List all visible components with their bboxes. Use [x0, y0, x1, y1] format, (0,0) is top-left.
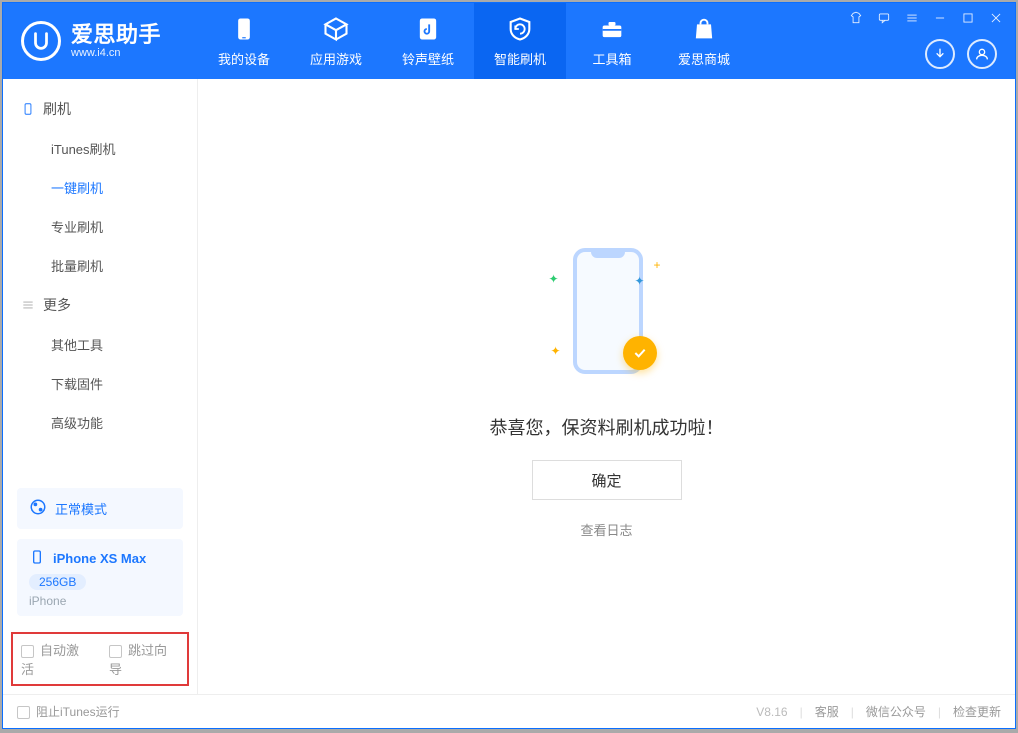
- sparkle-icon: +: [653, 258, 660, 272]
- phone-icon: [230, 15, 258, 43]
- sparkle-icon: ✦: [634, 274, 644, 288]
- check-badge-icon: [623, 336, 657, 370]
- device-type: iPhone: [29, 594, 171, 608]
- sidebar-item-batch-flash[interactable]: 批量刷机: [3, 246, 197, 285]
- sidebar-item-itunes-flash[interactable]: iTunes刷机: [3, 129, 197, 168]
- confirm-button[interactable]: 确定: [532, 460, 682, 500]
- tab-label: 铃声壁纸: [402, 49, 454, 68]
- sidebar: 刷机 iTunes刷机 一键刷机 专业刷机 批量刷机 更多 其他工具 下载固件 …: [3, 79, 198, 694]
- sparkle-icon: ✦: [549, 272, 559, 286]
- brand-logo-icon: [21, 21, 61, 61]
- cube-icon: [322, 15, 350, 43]
- list-icon: [21, 298, 35, 312]
- menu-icon[interactable]: [903, 9, 921, 27]
- sidebar-group-flash: 刷机: [3, 89, 197, 129]
- bag-icon: [690, 15, 718, 43]
- tab-store[interactable]: 爱思商城: [658, 3, 750, 79]
- header-actions: [925, 39, 997, 69]
- toolbox-icon: [598, 15, 626, 43]
- main-tabs: 我的设备 应用游戏 铃声壁纸 智能刷机 工具箱 爱思商城: [198, 3, 750, 79]
- device-name: iPhone XS Max: [53, 551, 146, 566]
- sidebar-item-other-tools[interactable]: 其他工具: [3, 325, 197, 364]
- brand-subtitle: www.i4.cn: [71, 47, 161, 59]
- check-update-link[interactable]: 检查更新: [953, 703, 1001, 720]
- wechat-link[interactable]: 微信公众号: [866, 703, 926, 720]
- brand-block: 爱思助手 www.i4.cn: [3, 3, 198, 79]
- tab-toolbox[interactable]: 工具箱: [566, 3, 658, 79]
- checkbox-skip-guide[interactable]: 跳过向导: [109, 640, 179, 678]
- sidebar-group-more: 更多: [3, 285, 197, 325]
- mode-icon: [29, 498, 47, 519]
- body: 刷机 iTunes刷机 一键刷机 专业刷机 批量刷机 更多 其他工具 下载固件 …: [3, 79, 1015, 694]
- group-title-text: 更多: [43, 295, 71, 315]
- device-storage: 256GB: [29, 574, 86, 590]
- view-log-link[interactable]: 查看日志: [580, 520, 632, 539]
- device-card[interactable]: iPhone XS Max 256GB iPhone: [17, 539, 183, 616]
- sidebar-item-one-click-flash[interactable]: 一键刷机: [3, 168, 197, 207]
- brand-title: 爱思助手: [71, 23, 161, 47]
- checkbox-block-itunes[interactable]: 阻止iTunes运行: [17, 703, 120, 720]
- version-label: V8.16: [756, 705, 787, 719]
- block-itunes-label: 阻止iTunes运行: [36, 705, 120, 719]
- window-controls: [847, 9, 1005, 27]
- download-button[interactable]: [925, 39, 955, 69]
- success-message: 恭喜您，保资料刷机成功啦！: [490, 414, 724, 440]
- success-illustration: ✦ ✦ + ✦: [527, 234, 687, 394]
- main-content: ✦ ✦ + ✦ 恭喜您，保资料刷机成功啦！ 确定 查看日志: [198, 79, 1015, 694]
- maximize-icon[interactable]: [959, 9, 977, 27]
- shield-refresh-icon: [506, 15, 534, 43]
- tab-label: 应用游戏: [310, 49, 362, 68]
- sidebar-item-pro-flash[interactable]: 专业刷机: [3, 207, 197, 246]
- account-button[interactable]: [967, 39, 997, 69]
- titlebar: 爱思助手 www.i4.cn 我的设备 应用游戏 铃声壁纸 智能刷机: [3, 3, 1015, 79]
- tab-ringtone[interactable]: 铃声壁纸: [382, 3, 474, 79]
- phone-outline-icon: [21, 102, 35, 116]
- sidebar-item-download-firmware[interactable]: 下载固件: [3, 364, 197, 403]
- tab-label: 工具箱: [592, 49, 631, 68]
- tab-flash[interactable]: 智能刷机: [474, 3, 566, 79]
- app-window: 爱思助手 www.i4.cn 我的设备 应用游戏 铃声壁纸 智能刷机: [2, 2, 1016, 729]
- feedback-icon[interactable]: [875, 9, 893, 27]
- statusbar: 阻止iTunes运行 V8.16 | 客服 | 微信公众号 | 检查更新: [3, 694, 1015, 728]
- mode-card[interactable]: 正常模式: [17, 488, 183, 529]
- flash-options-highlight: 自动激活 跳过向导: [11, 632, 189, 686]
- device-phone-icon: [29, 549, 45, 568]
- sidebar-item-advanced[interactable]: 高级功能: [3, 403, 197, 442]
- sparkle-icon: ✦: [551, 344, 561, 358]
- tab-label: 智能刷机: [494, 49, 546, 68]
- minimize-icon[interactable]: [931, 9, 949, 27]
- tab-apps[interactable]: 应用游戏: [290, 3, 382, 79]
- tab-device[interactable]: 我的设备: [198, 3, 290, 79]
- tab-label: 爱思商城: [678, 49, 730, 68]
- checkbox-auto-activate[interactable]: 自动激活: [21, 640, 91, 678]
- support-link[interactable]: 客服: [815, 703, 839, 720]
- skin-icon[interactable]: [847, 9, 865, 27]
- close-icon[interactable]: [987, 9, 1005, 27]
- mode-label: 正常模式: [55, 499, 107, 518]
- brand-text: 爱思助手 www.i4.cn: [71, 23, 161, 59]
- music-file-icon: [414, 15, 442, 43]
- tab-label: 我的设备: [218, 49, 270, 68]
- group-title-text: 刷机: [43, 99, 71, 119]
